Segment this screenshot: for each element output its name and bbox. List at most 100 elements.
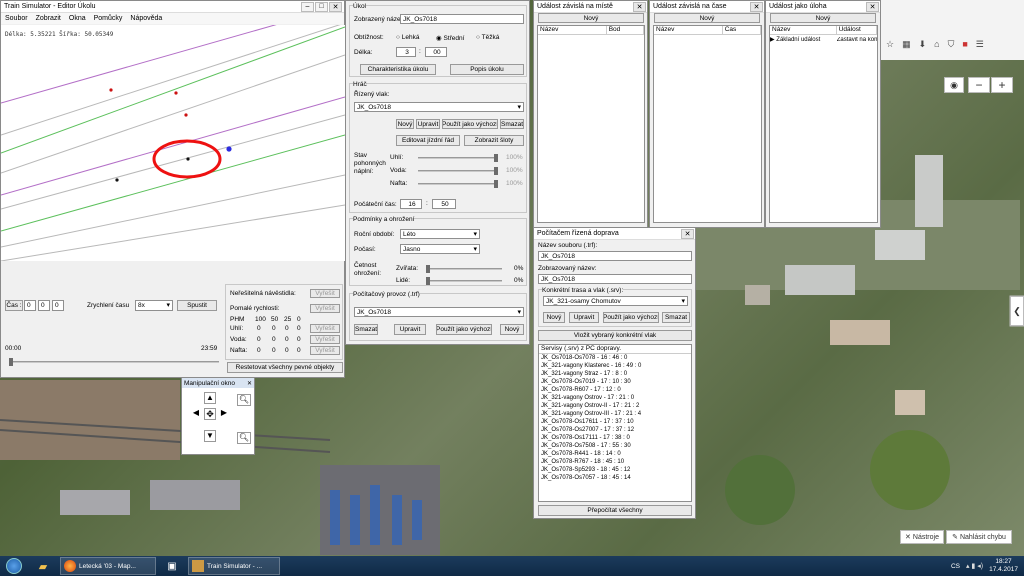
start-hours[interactable]: 16 [400, 199, 422, 209]
display-name-input[interactable]: JK_Os7018 [400, 14, 524, 24]
addon-icon[interactable]: ■ [962, 39, 967, 49]
close-button[interactable]: ✕ [329, 1, 342, 12]
minimize-button[interactable]: – [301, 1, 314, 12]
provoz-default-button[interactable]: Použít jako výchozí [436, 324, 492, 335]
event-place-list[interactable]: Název Bod [537, 25, 645, 223]
characteristics-button[interactable]: Charakteristika úkolu [360, 64, 436, 75]
fix-button-5[interactable]: Vyřešit [310, 346, 340, 355]
event-task-list[interactable]: Název Událost ▶ Základní událost Zastavit… [769, 25, 878, 223]
animals-slider[interactable] [426, 265, 502, 273]
start-minutes[interactable]: 50 [432, 199, 456, 209]
train-delete-button[interactable]: Smazat [500, 119, 524, 129]
services-list[interactable]: Servisy (.srv) z PC dopravy. JK_Os7018-O… [538, 344, 692, 502]
map-tools-button[interactable]: ✕ Nástroje [900, 530, 944, 544]
start-button[interactable]: Spustit [177, 300, 217, 311]
fix-button-2[interactable]: Vyřešit [310, 304, 340, 313]
browser-taskbar-item[interactable]: Letecká '03 - Map... [60, 557, 156, 575]
track-canvas[interactable]: Délka: 5.35221 Šířka: 50.05349 [1, 25, 345, 261]
reset-objects-button[interactable]: Restetovat všechny pevné objekty [227, 362, 343, 373]
shield-icon[interactable]: ⛉ [948, 39, 955, 50]
display-name-input-pc[interactable]: JK_Os7018 [538, 274, 692, 284]
time-seconds[interactable]: 0 [52, 300, 64, 311]
clock[interactable]: 18:27 17.4.2017 [989, 558, 1018, 574]
event-time-new-button[interactable]: Nový [654, 13, 760, 23]
trainsim-taskbar-item[interactable]: Train Simulator - ... [188, 557, 280, 575]
provoz-edit-button[interactable]: Upravit [394, 324, 426, 335]
route-select[interactable]: JK_321-osamy Chomutov [543, 296, 688, 306]
list-item[interactable]: ▶ Základní událost Zastavit na konc [770, 35, 877, 44]
service-item[interactable]: JK_Os7078-Os7019 - 17 : 10 : 30 [539, 378, 691, 386]
description-button[interactable]: Popis úkolu [450, 64, 524, 75]
cas-button[interactable]: Čas : [5, 300, 23, 311]
fuel-coal-slider[interactable] [418, 154, 498, 162]
pan-left-button[interactable]: ◀ [190, 408, 202, 420]
service-item[interactable]: JK_321-vagony Ostrov - 17 : 21 : 0 [539, 394, 691, 402]
event-task-titlebar[interactable]: Událost jako úloha ✕ [766, 1, 880, 13]
weather-select[interactable]: Jasno [400, 244, 480, 254]
people-slider[interactable] [426, 277, 502, 285]
event-time-close-button[interactable]: ✕ [750, 1, 763, 12]
service-item[interactable]: JK_Os7018-Os7078 - 16 : 46 : 0 [539, 354, 691, 362]
location-button[interactable]: ◉ [944, 77, 964, 93]
service-item[interactable]: JK_Os7078-Os7057 - 18 : 45 : 14 [539, 474, 691, 482]
fuel-diesel-slider[interactable] [418, 180, 498, 188]
editor-titlebar[interactable]: Train Simulator - Editor Úkolu – □ ✕ [1, 1, 344, 13]
event-time-titlebar[interactable]: Událost závislá na čase ✕ [650, 1, 764, 13]
fix-button-3[interactable]: Vyřešit [310, 324, 340, 333]
service-item[interactable]: JK_321-vagony Klasterec - 16 : 49 : 0 [539, 362, 691, 370]
speed-select[interactable]: 8x [135, 300, 173, 311]
start-button-os[interactable] [0, 556, 28, 576]
train-edit-button[interactable]: Upravit [416, 119, 440, 129]
route-default-button[interactable]: Použít jako výchozí [603, 312, 659, 323]
zoom-in-magnifier-icon[interactable]: 🔍︎ [237, 394, 251, 406]
train-new-button[interactable]: Nový [396, 119, 414, 129]
maximize-button[interactable]: □ [315, 1, 328, 12]
download-icon[interactable]: ⬇ [919, 39, 927, 50]
bookmarks-icon[interactable]: ▦ [902, 39, 911, 50]
service-item[interactable]: JK_Os7078-Os17111 - 17 : 38 : 0 [539, 434, 691, 442]
length-hours[interactable]: 3 [396, 47, 416, 57]
diff-hard-radio[interactable]: ○ Těžká [476, 34, 499, 41]
map-report-button[interactable]: ✎ Nahlásit chybu [946, 530, 1012, 544]
time-minutes[interactable]: 0 [38, 300, 50, 311]
fix-button-4[interactable]: Vyřešit [310, 335, 340, 344]
service-item[interactable]: JK_321-vagony Straz - 17 : 8 : 0 [539, 370, 691, 378]
service-item[interactable]: JK_321-vagony Ostrov-III - 17 : 21 : 4 [539, 410, 691, 418]
map-side-toggle[interactable]: ❮ [1010, 296, 1024, 326]
pan-up-button[interactable]: ▲ [204, 392, 216, 404]
diff-easy-radio[interactable]: ○ Lehká [396, 34, 419, 41]
menu-okna[interactable]: Okna [69, 15, 86, 22]
train-default-button[interactable]: Použít jako výchozí [442, 119, 498, 129]
route-edit-button[interactable]: Upravit [569, 312, 599, 323]
zoom-out-magnifier-icon[interactable]: 🔍︎ [237, 432, 251, 444]
service-item[interactable]: JK_Os7078-Os17611 - 17 : 37 : 10 [539, 418, 691, 426]
fuel-water-slider[interactable] [418, 167, 498, 175]
provoz-select[interactable]: JK_Os7018 [354, 307, 524, 317]
pan-right-button[interactable]: ▶ [218, 408, 230, 420]
zoom-out-button[interactable]: − [968, 77, 990, 93]
menu-soubor[interactable]: Soubor [5, 15, 28, 22]
pc-traffic-close-button[interactable]: ✕ [681, 228, 694, 239]
file-name-input[interactable]: JK_Os7018 [538, 251, 692, 261]
event-task-new-button[interactable]: Nový [770, 13, 876, 23]
service-item[interactable]: JK_Os7078-R607 - 17 : 12 : 0 [539, 386, 691, 394]
insert-train-button[interactable]: Vložit vybraný konkrétní vlak [538, 330, 692, 341]
service-item[interactable]: JK_Os7078-R441 - 18 : 14 : 0 [539, 450, 691, 458]
event-place-new-button[interactable]: Nový [538, 13, 644, 23]
home-icon[interactable]: ⌂ [934, 39, 939, 49]
length-minutes[interactable]: 00 [425, 47, 447, 57]
season-select[interactable]: Léto [400, 229, 480, 239]
service-item[interactable]: JK_Os7078-Os7508 - 17 : 55 : 30 [539, 442, 691, 450]
show-signals-button[interactable]: Zobrazit šloty [464, 135, 524, 146]
menu-icon[interactable]: ☰ [976, 39, 984, 50]
pan-down-button[interactable]: ▼ [204, 430, 216, 442]
tray-icons[interactable]: ▴ ▮ ◂) [966, 562, 983, 570]
event-place-titlebar[interactable]: Událost závislá na místě ✕ [534, 1, 647, 13]
bookmark-star-icon[interactable]: ☆ [886, 39, 894, 50]
menu-napoveda[interactable]: Nápověda [130, 15, 162, 22]
route-delete-button[interactable]: Smazat [662, 312, 690, 323]
diff-medium-radio[interactable]: ◉ Střední [436, 34, 464, 42]
edit-timetable-button[interactable]: Editovat jízdní řád [396, 135, 460, 146]
save-icon[interactable]: ▣ [158, 557, 186, 575]
time-hours[interactable]: 0 [24, 300, 36, 311]
